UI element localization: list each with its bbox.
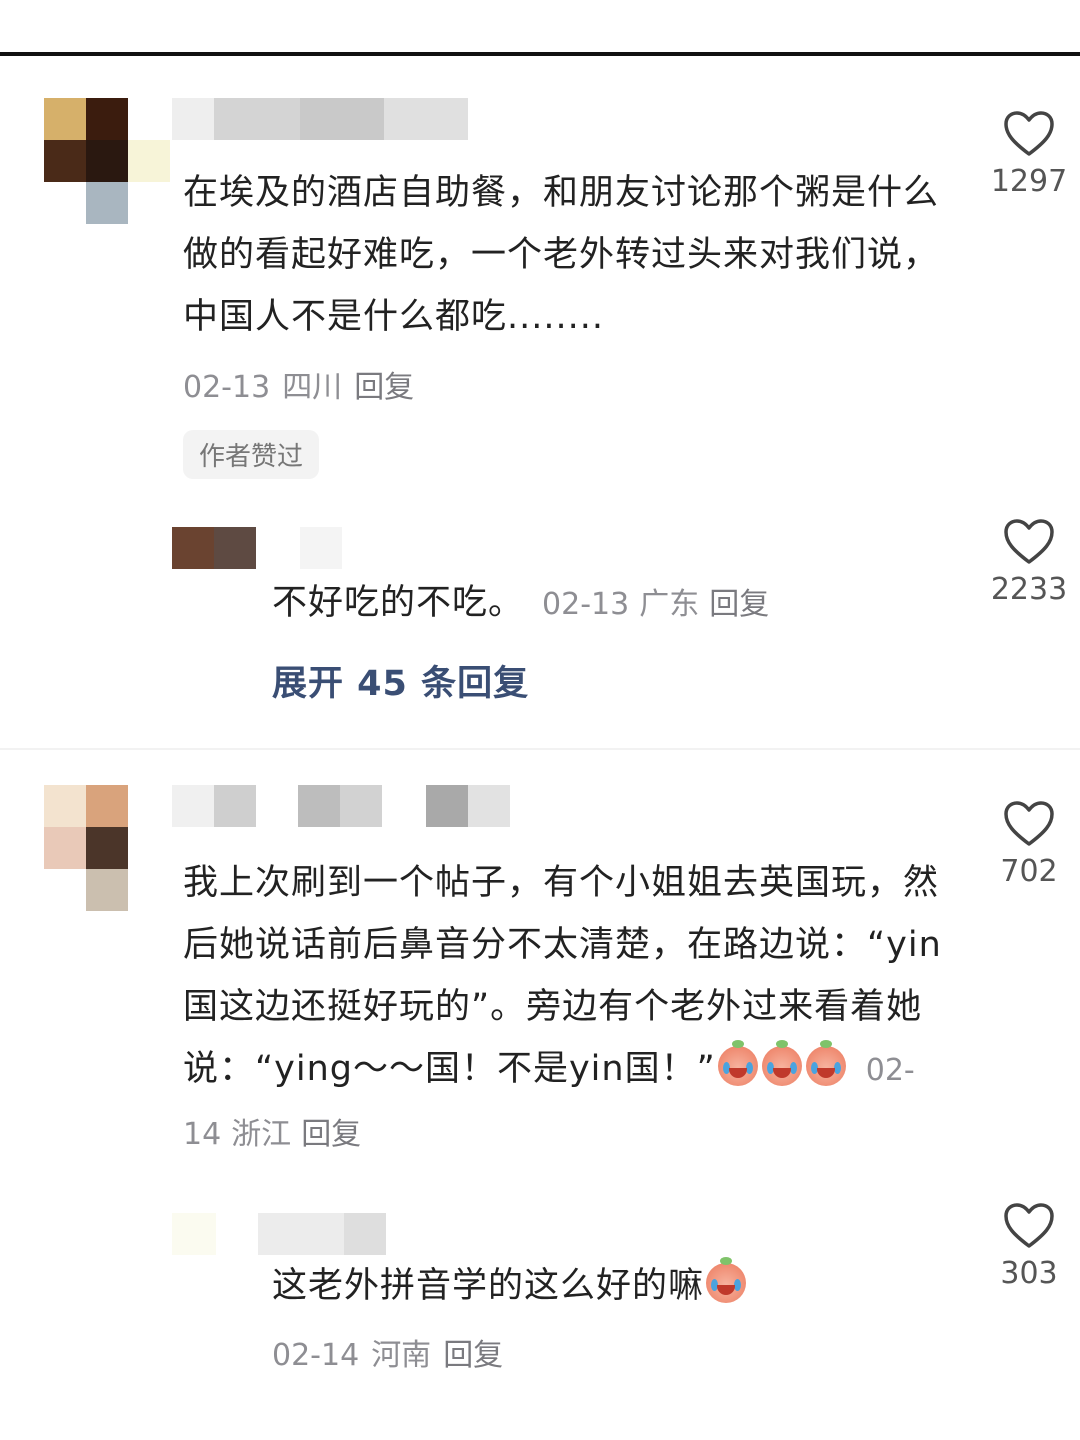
crying-peach-emoji xyxy=(761,1040,802,1086)
like-button[interactable]: 702 xyxy=(984,800,1074,889)
reply-content: 不好吃的不吃。 xyxy=(272,583,525,623)
author-liked-badge: 作者赞过 xyxy=(183,430,320,479)
avatar[interactable] xyxy=(44,785,128,911)
reply-button[interactable]: 回复 xyxy=(443,1338,503,1373)
comment-text: 我上次刷到一个帖子，有个小姐姐去英国玩，然后她说话前后鼻音分不太清楚，在路边说：… xyxy=(183,852,958,1166)
reply-button[interactable]: 回复 xyxy=(709,587,769,622)
comment-date: 02-13 xyxy=(183,370,271,405)
heart-outline-icon xyxy=(1004,519,1054,564)
reply-user-blurred[interactable] xyxy=(172,1213,386,1255)
reply-location: 河南 xyxy=(371,1338,432,1373)
reply-user-blurred[interactable] xyxy=(172,527,342,569)
heart-outline-icon xyxy=(1004,801,1054,846)
crying-peach-emoji xyxy=(805,1040,846,1086)
crying-peach-emoji xyxy=(717,1040,758,1086)
like-button[interactable]: 303 xyxy=(984,1202,1074,1291)
reply-button[interactable]: 回复 xyxy=(354,370,414,405)
like-count: 2233 xyxy=(990,572,1068,607)
reply-button[interactable]: 回复 xyxy=(301,1117,361,1152)
comment-location: 浙江 xyxy=(231,1117,292,1152)
username-blurred[interactable] xyxy=(172,98,468,140)
reply-location: 广东 xyxy=(639,587,700,622)
reply-text: 这老外拼音学的这么好的嘛 xyxy=(272,1255,912,1317)
crying-peach-emoji xyxy=(706,1257,747,1303)
comment-location: 四川 xyxy=(282,370,343,405)
heart-outline-icon xyxy=(1004,111,1054,156)
avatar[interactable] xyxy=(44,98,170,224)
like-button[interactable]: 1297 xyxy=(984,110,1074,199)
like-count: 1297 xyxy=(990,164,1068,199)
expand-replies-link[interactable]: 展开 45 条回复 xyxy=(272,655,529,706)
username-blurred[interactable] xyxy=(172,785,510,827)
comment-meta: 02-13 四川 回复 xyxy=(183,362,426,406)
like-button[interactable]: 2233 xyxy=(984,518,1074,607)
reply-date: 02-13 xyxy=(542,587,630,622)
like-count: 702 xyxy=(1000,854,1058,889)
reply-text: 不好吃的不吃。 02-13 广东 回复 xyxy=(272,572,912,636)
reply-date: 02-14 xyxy=(272,1338,360,1373)
like-count: 303 xyxy=(1000,1256,1058,1291)
reply-content: 这老外拼音学的这么好的嘛 xyxy=(272,1266,705,1306)
comment-text: 在埃及的酒店自助餐，和朋友讨论那个粥是什么做的看起好难吃，一个老外转过头来对我们… xyxy=(183,173,940,337)
top-divider xyxy=(0,52,1080,56)
heart-outline-icon xyxy=(1004,1203,1054,1248)
thread-divider xyxy=(0,748,1080,750)
reply-meta: 02-14 河南 回复 xyxy=(272,1330,515,1374)
